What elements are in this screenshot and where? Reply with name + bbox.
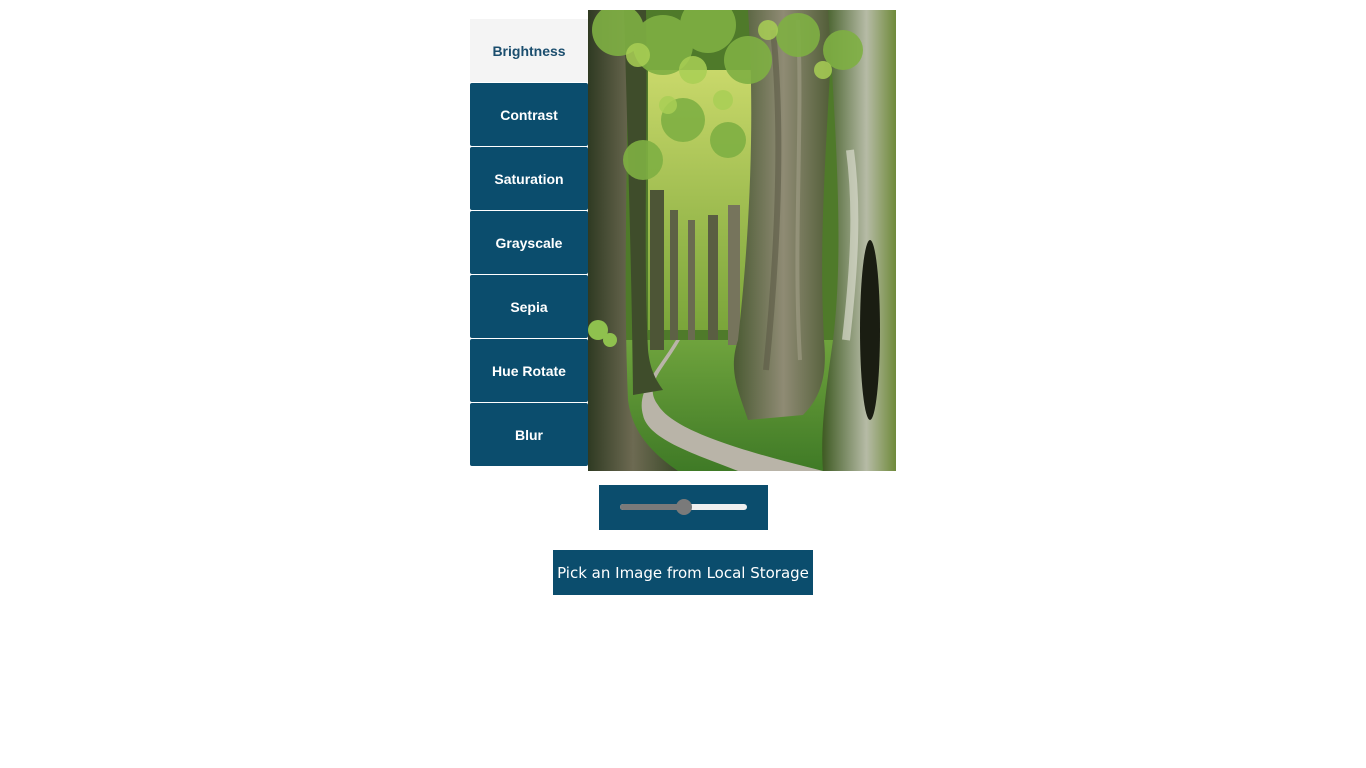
tab-label: Sepia [510, 298, 548, 315]
tab-label: Contrast [500, 106, 558, 123]
pick-image-button[interactable]: Pick an Image from Local Storage [553, 550, 813, 595]
tab-label: Grayscale [495, 234, 563, 251]
tab-grayscale[interactable]: Grayscale [470, 211, 588, 274]
slider-thumb[interactable] [675, 499, 692, 515]
tab-label: Saturation [494, 170, 564, 187]
tab-saturation[interactable]: Saturation [470, 147, 588, 210]
tab-contrast[interactable]: Contrast [470, 83, 588, 146]
tree-alley-photo [588, 10, 896, 471]
slider-fill [620, 504, 684, 510]
tab-hue-rotate[interactable]: Hue Rotate [470, 339, 588, 402]
preview-image [588, 10, 896, 471]
tab-label: Hue Rotate [492, 362, 566, 379]
filter-tab-list: Brightness Contrast Saturation Grayscale… [470, 19, 588, 467]
tab-label: Blur [515, 426, 543, 443]
image-editor-app: Brightness Contrast Saturation Grayscale… [0, 0, 1366, 768]
tab-brightness[interactable]: Brightness [470, 19, 588, 82]
tab-sepia[interactable]: Sepia [470, 275, 588, 338]
tab-label: Brightness [492, 42, 566, 59]
tab-blur[interactable]: Blur [470, 403, 588, 466]
filter-slider-container [599, 485, 768, 530]
